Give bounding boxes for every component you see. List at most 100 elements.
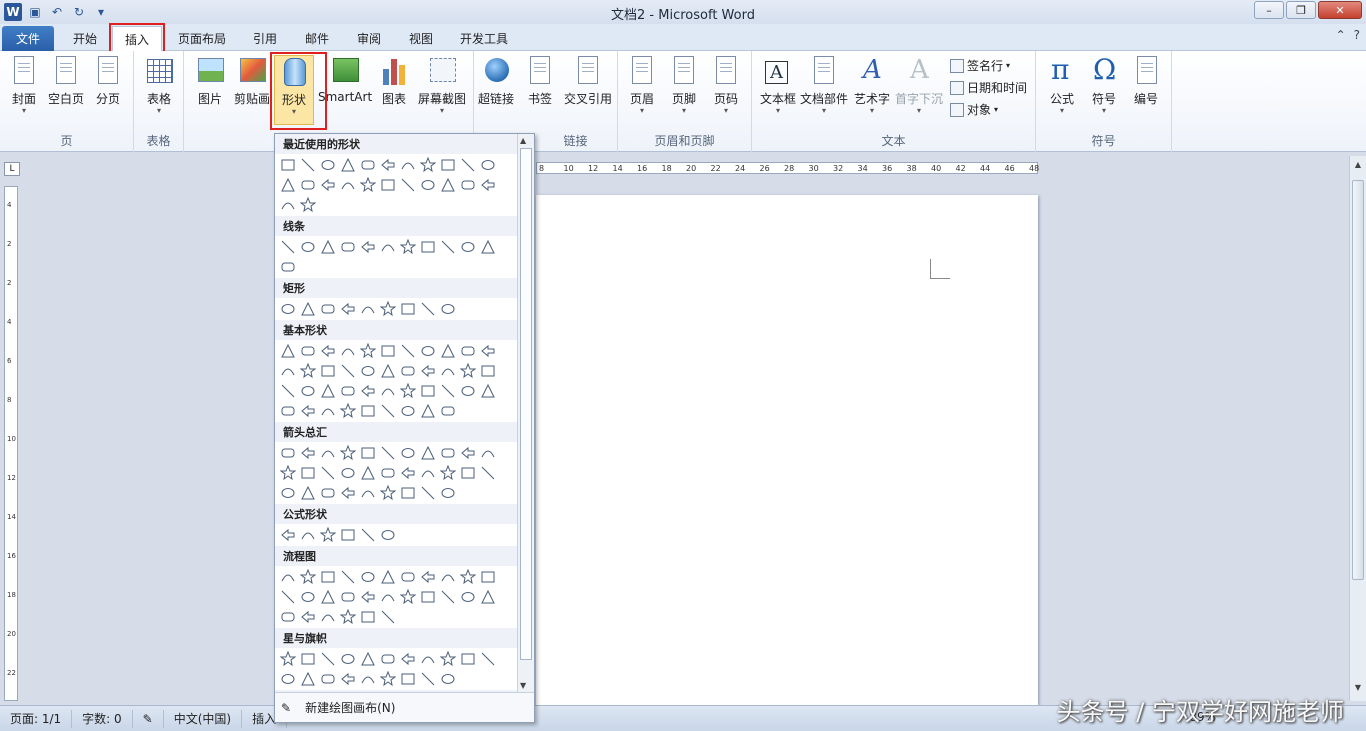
shape-item-icon[interactable] [398, 567, 418, 587]
tab-home[interactable]: 开始 [62, 26, 108, 51]
shape-item-icon[interactable] [298, 155, 318, 175]
shape-item-icon[interactable] [278, 443, 298, 463]
wordart-button[interactable]: A 艺术字 ▾ [850, 55, 894, 115]
shape-item-icon[interactable] [438, 381, 458, 401]
shape-item-icon[interactable] [378, 567, 398, 587]
picture-button[interactable]: 图片 [190, 55, 230, 107]
clipart-button[interactable]: 剪贴画 [232, 55, 272, 107]
shape-item-icon[interactable] [438, 669, 458, 689]
shape-item-icon[interactable] [478, 175, 498, 195]
equation-button[interactable]: π 公式 ▾ [1042, 53, 1082, 115]
new-drawing-canvas-item[interactable]: ✎ 新建绘图画布(N) [275, 692, 534, 722]
shape-item-icon[interactable] [298, 361, 318, 381]
shape-item-icon[interactable] [358, 649, 378, 669]
shape-item-icon[interactable] [278, 567, 298, 587]
shape-item-icon[interactable] [358, 155, 378, 175]
shape-item-icon[interactable] [278, 299, 298, 319]
shape-item-icon[interactable] [418, 669, 438, 689]
horizontal-ruler[interactable]: 8 10 12 14 16 18 20 22 24 26 28 30 32 34 36 38 40 42 44 46 4… [536, 162, 1039, 174]
shape-item-icon[interactable] [298, 237, 318, 257]
screenshot-button[interactable]: 屏幕截图 ▾ [414, 55, 470, 115]
shape-item-icon[interactable] [338, 607, 358, 627]
shape-item-icon[interactable] [418, 443, 438, 463]
shape-item-icon[interactable] [458, 155, 478, 175]
shape-item-icon[interactable] [358, 669, 378, 689]
table-button[interactable]: 表格 ▾ [139, 55, 179, 115]
shape-item-icon[interactable] [298, 483, 318, 503]
shape-item-icon[interactable] [318, 155, 338, 175]
scroll-down-icon[interactable]: ▼ [1350, 683, 1366, 697]
shape-item-icon[interactable] [358, 443, 378, 463]
shape-item-icon[interactable] [298, 341, 318, 361]
shape-item-icon[interactable] [378, 341, 398, 361]
shape-item-icon[interactable] [318, 299, 338, 319]
shape-item-icon[interactable] [318, 525, 338, 545]
shape-item-icon[interactable] [458, 649, 478, 669]
shape-item-icon[interactable] [278, 525, 298, 545]
shape-item-icon[interactable] [278, 463, 298, 483]
shape-item-icon[interactable] [418, 175, 438, 195]
tab-file[interactable]: 文件 [2, 26, 54, 51]
quick-parts-button[interactable]: 文档部件 ▾ [800, 55, 848, 115]
shape-item-icon[interactable] [338, 381, 358, 401]
shape-item-icon[interactable] [318, 175, 338, 195]
shape-item-icon[interactable] [298, 525, 318, 545]
symbol-button[interactable]: Ω 符号 ▾ [1084, 53, 1124, 115]
shape-item-icon[interactable] [378, 649, 398, 669]
shape-item-icon[interactable] [298, 567, 318, 587]
shape-item-icon[interactable] [358, 483, 378, 503]
shape-item-icon[interactable] [318, 607, 338, 627]
shape-item-icon[interactable] [438, 299, 458, 319]
smartart-button[interactable]: SmartArt [318, 55, 372, 104]
shape-item-icon[interactable] [298, 401, 318, 421]
gallery-scroll-up-icon[interactable]: ▲ [520, 136, 526, 145]
shape-item-icon[interactable] [318, 567, 338, 587]
drop-cap-button[interactable]: A 首字下沉 ▾ [894, 55, 944, 115]
shape-item-icon[interactable] [358, 381, 378, 401]
tab-mailings[interactable]: 邮件 [296, 26, 338, 51]
shape-item-icon[interactable] [478, 237, 498, 257]
shape-item-icon[interactable] [478, 463, 498, 483]
tab-references[interactable]: 引用 [244, 26, 286, 51]
shape-item-icon[interactable] [378, 443, 398, 463]
shape-item-icon[interactable] [398, 381, 418, 401]
tab-page-layout[interactable]: 页面布局 [170, 26, 234, 51]
shape-item-icon[interactable] [358, 567, 378, 587]
word-logo-icon[interactable]: W [4, 3, 22, 21]
shape-item-icon[interactable] [318, 587, 338, 607]
date-time-button[interactable]: 日期和时间 [950, 79, 1027, 96]
shape-item-icon[interactable] [278, 649, 298, 669]
shape-item-icon[interactable] [438, 237, 458, 257]
textbox-button[interactable]: A 文本框 ▾ [756, 55, 800, 115]
shape-item-icon[interactable] [398, 237, 418, 257]
shape-item-icon[interactable] [318, 237, 338, 257]
shape-item-icon[interactable] [278, 381, 298, 401]
shape-item-icon[interactable] [338, 175, 358, 195]
shape-item-icon[interactable] [378, 175, 398, 195]
shape-item-icon[interactable] [378, 669, 398, 689]
page-break-button[interactable]: 分页 [88, 55, 128, 107]
shape-item-icon[interactable] [338, 341, 358, 361]
shape-item-icon[interactable] [298, 299, 318, 319]
shape-item-icon[interactable] [418, 361, 438, 381]
shape-item-icon[interactable] [278, 401, 298, 421]
shape-item-icon[interactable] [398, 401, 418, 421]
blank-page-button[interactable]: 空白页 [46, 55, 86, 107]
shape-item-icon[interactable] [358, 299, 378, 319]
shape-item-icon[interactable] [278, 341, 298, 361]
shape-item-icon[interactable] [358, 607, 378, 627]
shape-item-icon[interactable] [278, 155, 298, 175]
shape-item-icon[interactable] [458, 587, 478, 607]
shape-item-icon[interactable] [318, 401, 338, 421]
shape-item-icon[interactable] [398, 341, 418, 361]
shape-item-icon[interactable] [338, 463, 358, 483]
shape-item-icon[interactable] [458, 381, 478, 401]
shape-item-icon[interactable] [338, 155, 358, 175]
collapse-ribbon-icon[interactable]: ⌃ [1336, 28, 1346, 42]
shape-item-icon[interactable] [298, 195, 318, 215]
footer-button[interactable]: 页脚 ▾ [664, 55, 704, 115]
shape-item-icon[interactable] [378, 155, 398, 175]
vertical-scrollbar[interactable]: ▲ ▼ [1349, 156, 1366, 701]
shape-item-icon[interactable] [398, 463, 418, 483]
shape-item-icon[interactable] [398, 361, 418, 381]
